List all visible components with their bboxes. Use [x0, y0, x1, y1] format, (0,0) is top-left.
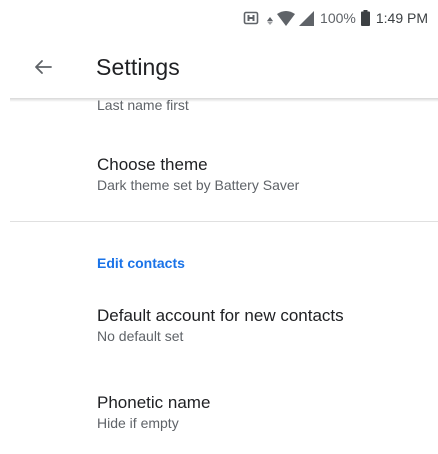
phonetic-name-title: Phonetic name: [97, 393, 211, 412]
back-button[interactable]: [25, 49, 61, 85]
default-account-title: Default account for new contacts: [97, 306, 344, 325]
choose-theme-setting[interactable]: Choose theme Dark theme set by Battery S…: [97, 154, 418, 194]
choose-theme-summary: Dark theme set by Battery Saver: [97, 177, 300, 193]
phonetic-name-setting[interactable]: Phonetic name Hide if empty: [97, 392, 418, 432]
choose-theme-title: Choose theme: [97, 155, 208, 174]
edit-contacts-section-header: Edit contacts: [97, 255, 185, 271]
app-toolbar: Settings: [0, 36, 438, 98]
phonetic-name-summary: Hide if empty: [97, 415, 179, 431]
arrow-back-icon: [35, 60, 52, 74]
default-account-summary: No default set: [97, 328, 184, 344]
section-divider: [10, 221, 438, 222]
toolbar-shadow: [10, 98, 438, 102]
page-title: Settings: [96, 53, 180, 80]
default-account-setting[interactable]: Default account for new contacts No defa…: [97, 305, 418, 345]
